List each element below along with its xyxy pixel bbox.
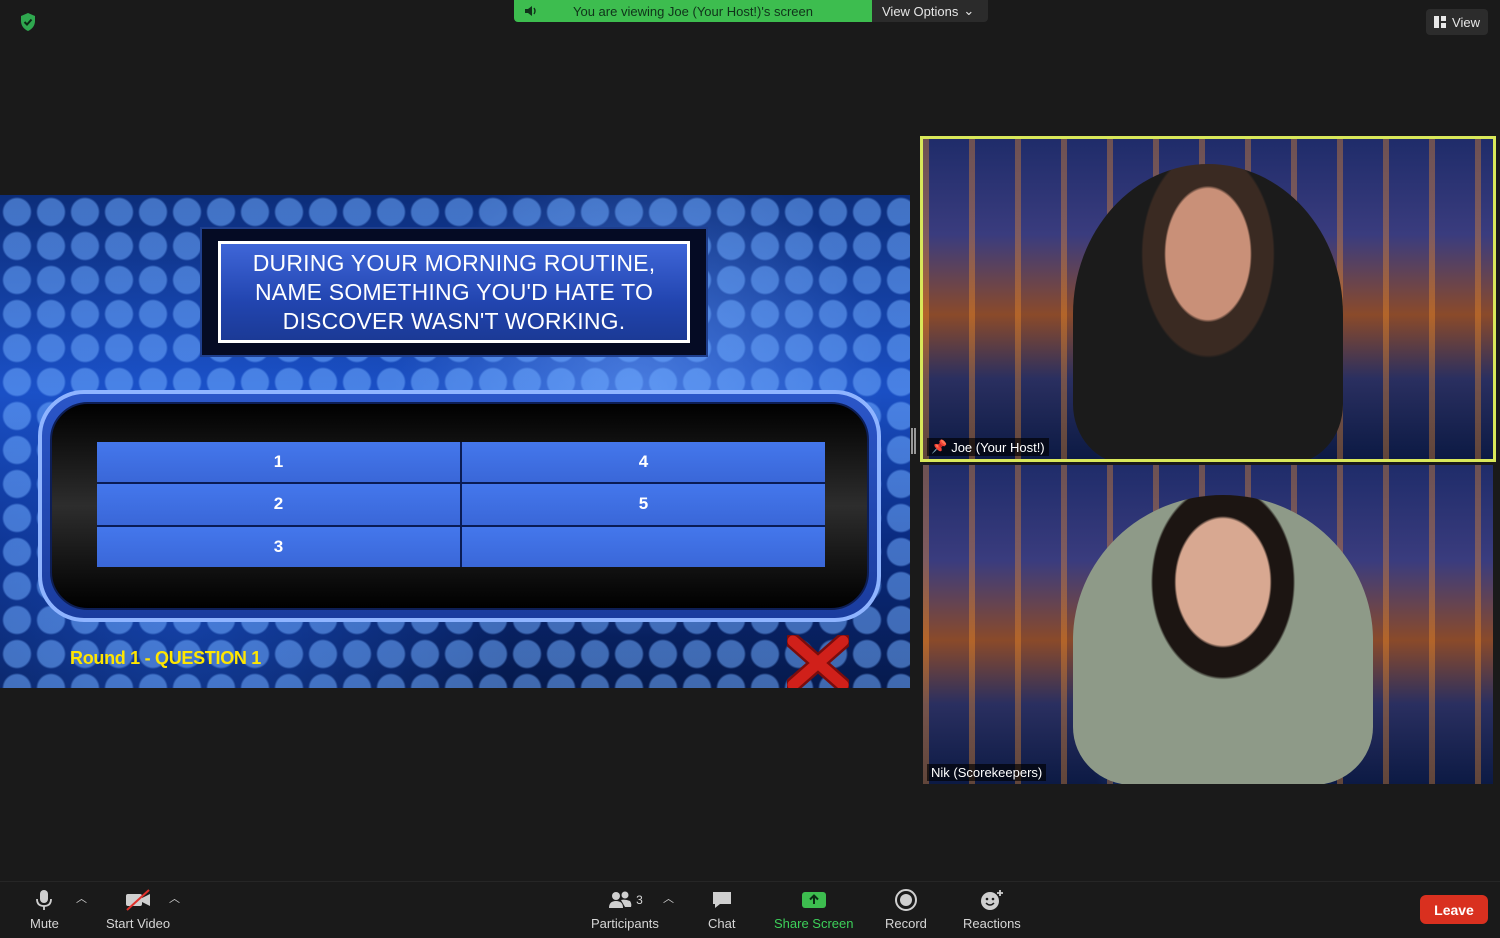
question-text: DURING YOUR MORNING ROUTINE, NAME SOMETH… (218, 241, 690, 343)
reactions-label: Reactions (963, 916, 1021, 931)
view-options-button[interactable]: View Options ⌄ (872, 0, 989, 22)
speaker-icon (525, 6, 536, 16)
microphone-icon (36, 890, 53, 910)
chat-button[interactable]: Chat (708, 888, 735, 931)
answer-board-inner: 1 4 2 5 3 (50, 402, 869, 610)
answer-slot (462, 526, 825, 567)
video-options-caret[interactable]: ︿ (169, 890, 180, 906)
share-screen-button[interactable]: Share Screen (774, 888, 854, 931)
participants-icon (609, 891, 632, 908)
participant-name: Nik (Scorekeepers) (931, 765, 1043, 780)
record-label: Record (885, 916, 927, 931)
start-video-label: Start Video (106, 916, 171, 931)
chat-label: Chat (708, 916, 736, 931)
share-message: You are viewing Joe (Your Host!)'s scree… (573, 3, 813, 19)
share-status: You are viewing Joe (Your Host!)'s scree… (514, 0, 872, 22)
participants-label: Participants (591, 916, 659, 931)
answer-slot: 3 (97, 526, 460, 567)
pin-icon: 📌 (931, 439, 948, 454)
reactions-icon (980, 890, 1003, 910)
shared-screen[interactable]: DURING YOUR MORNING ROUTINE, NAME SOMETH… (0, 195, 910, 688)
participants-icon-group: 3 (607, 888, 643, 912)
panel-resize-handle[interactable] (911, 428, 916, 454)
video-tile-joe[interactable]: 📌 Joe (Your Host!) (920, 136, 1496, 462)
audio-options-caret[interactable]: ︿ (76, 890, 87, 906)
round-label: Round 1 - QUESTION 1 (70, 648, 262, 668)
mute-label: Mute (30, 916, 59, 931)
mute-button[interactable]: Mute (30, 888, 59, 931)
participant-video (1073, 164, 1343, 459)
video-off-icon (126, 889, 151, 911)
participant-name-tag: Nik (Scorekeepers) (927, 764, 1047, 781)
reactions-button[interactable]: Reactions (963, 888, 1021, 931)
participants-count: 3 (636, 893, 643, 907)
share-screen-icon (801, 892, 826, 908)
start-video-button[interactable]: Start Video (106, 888, 170, 931)
answer-slot: 5 (462, 484, 825, 525)
record-icon (894, 889, 917, 911)
share-screen-label: Share Screen (774, 916, 854, 931)
question-frame: DURING YOUR MORNING ROUTINE, NAME SOMETH… (200, 227, 708, 357)
view-options-label: View Options (882, 3, 959, 19)
screen-share-banner: You are viewing Joe (Your Host!)'s scree… (514, 0, 989, 22)
encryption-shield-icon[interactable] (18, 12, 38, 32)
strike-x-icon (787, 635, 849, 688)
meeting-toolbar: Mute ︿ Start Video ︿ 3 Participants ︿ Ch… (0, 881, 1500, 938)
answer-slot: 1 (97, 442, 460, 483)
record-button[interactable]: Record (885, 888, 927, 931)
answer-slot: 2 (97, 484, 460, 525)
chevron-down-icon: ⌄ (963, 3, 975, 18)
view-label: View (1452, 14, 1480, 30)
participant-video (1073, 495, 1373, 784)
participants-options-caret[interactable]: ︿ (663, 890, 674, 906)
video-tile-nik[interactable]: Nik (Scorekeepers) (923, 465, 1493, 784)
leave-button[interactable]: Leave (1420, 895, 1488, 924)
chat-icon (712, 892, 731, 908)
participant-name-tag: 📌 Joe (Your Host!) (927, 438, 1049, 456)
view-button[interactable]: View (1426, 9, 1488, 35)
answer-board: 1 4 2 5 3 (38, 390, 881, 622)
answer-grid: 1 4 2 5 3 (97, 442, 825, 567)
gallery-view-icon (1434, 16, 1447, 28)
participant-name: Joe (Your Host!) (951, 439, 1045, 455)
participants-button[interactable]: 3 Participants (591, 888, 659, 931)
answer-slot: 4 (462, 442, 825, 483)
